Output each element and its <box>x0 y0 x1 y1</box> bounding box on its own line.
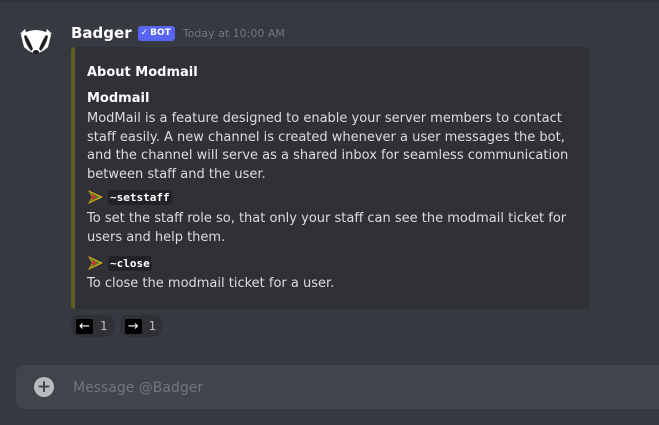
arrow-right-icon <box>88 190 103 204</box>
embed-description: ModMail is a feature designed to enable … <box>87 111 569 182</box>
message-input[interactable] <box>71 365 655 411</box>
right-arrow-icon: → <box>124 318 142 334</box>
timestamp[interactable]: Today at 10:00 AM <box>183 27 285 40</box>
username[interactable]: Badger <box>71 24 132 42</box>
embed: About Modmail Modmail ModMail is a featu… <box>71 47 590 309</box>
command-code: ~setstaff <box>108 189 172 205</box>
left-arrow-icon: ← <box>76 318 93 334</box>
reaction-count: 1 <box>100 319 108 333</box>
reaction-back[interactable]: ← 1 <box>71 315 114 337</box>
reactions: ← 1 → 1 <box>71 315 163 337</box>
verified-check-icon: ✓ <box>140 28 149 38</box>
embed-title: About Modmail <box>87 65 198 80</box>
command-row: ~setstaff <box>87 189 172 205</box>
add-attachment-plus-icon[interactable]: + <box>34 377 54 397</box>
reaction-forward[interactable]: → 1 <box>119 315 163 337</box>
command-code: ~close <box>108 255 152 271</box>
message-composer: + <box>16 365 659 411</box>
embed-field-name: Modmail <box>87 91 150 106</box>
bot-tag: ✓ BOT <box>137 25 175 41</box>
message-header: Badger ✓ BOT Today at 10:00 AM <box>71 24 285 42</box>
command-description: To set the staff role so, that only your… <box>87 211 567 245</box>
badger-icon <box>20 29 52 54</box>
top-divider <box>0 0 659 2</box>
reaction-count: 1 <box>148 319 157 333</box>
command-description: To close the modmail ticket for a user. <box>87 276 335 291</box>
arrow-right-icon <box>88 256 103 270</box>
bot-tag-label: BOT <box>150 28 171 38</box>
command-row: ~close <box>87 255 152 271</box>
avatar[interactable] <box>16 22 56 62</box>
